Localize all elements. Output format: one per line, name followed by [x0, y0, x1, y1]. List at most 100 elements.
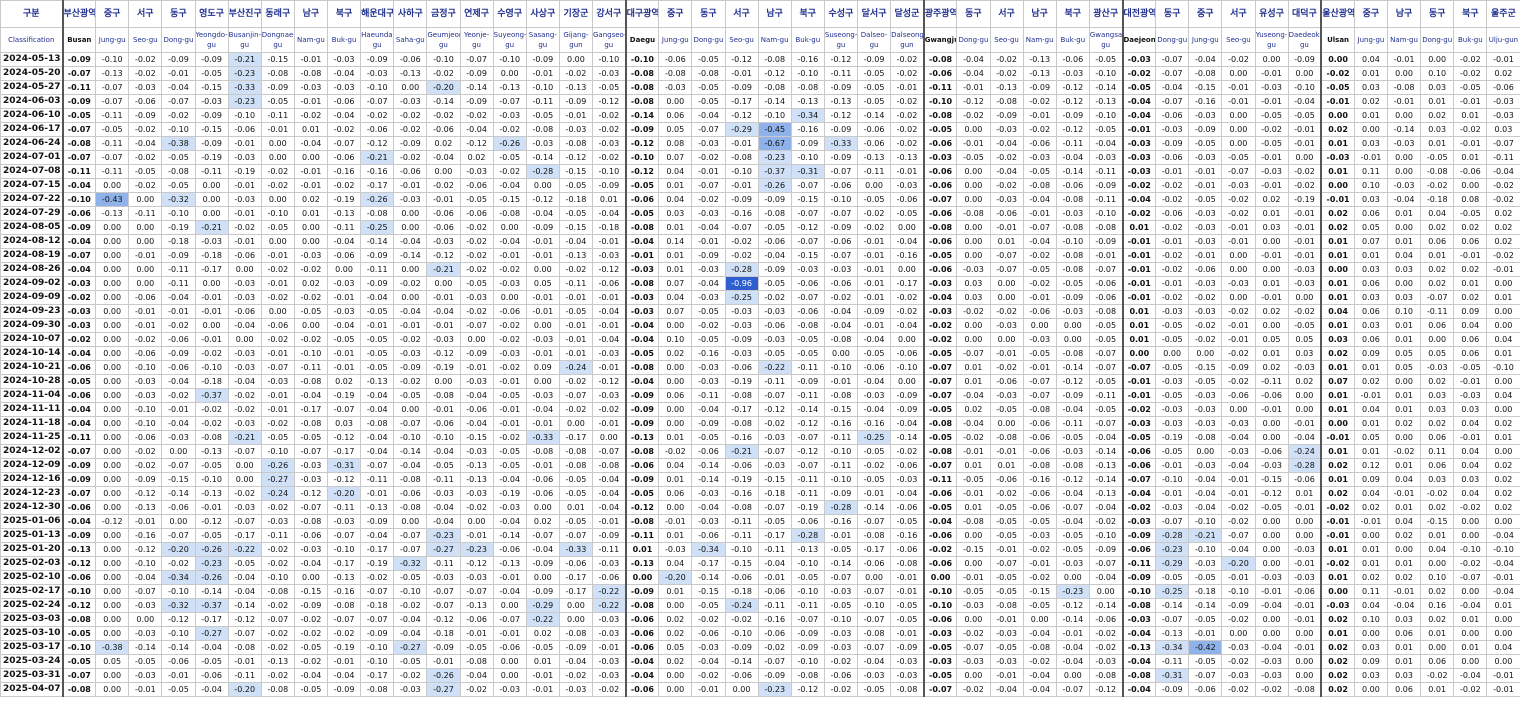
- table-cell: -0.16: [326, 584, 362, 599]
- table-cell: 0.00: [293, 234, 329, 249]
- column-header-en: Dong-gu: [1420, 27, 1455, 53]
- table-cell: 0.00: [989, 332, 1024, 347]
- table-cell: -0.11: [1055, 416, 1090, 431]
- table-cell: -0.02: [1486, 192, 1520, 207]
- table-cell: -0.02: [856, 206, 892, 221]
- row-date: 2024-12-30: [0, 500, 63, 515]
- table-cell: -0.02: [890, 136, 925, 151]
- table-cell: -0.09: [61, 94, 97, 109]
- table-cell: -0.01: [1221, 472, 1256, 487]
- table-row: 2024-11-04 -0.06 0.00 -0.03 -0.02 -0.37 -0.02-…: [0, 388, 1520, 403]
- table-cell: -0.11: [757, 374, 792, 389]
- table-cell: -0.05: [260, 94, 295, 109]
- table-cell: -0.01: [1287, 416, 1322, 431]
- table-cell: -0.31: [790, 164, 825, 179]
- table-cell: -0.10: [823, 360, 859, 375]
- table-cell: 0.01: [1386, 206, 1422, 221]
- table-cell: -0.09: [691, 248, 726, 263]
- table-cell: -0.09: [823, 150, 859, 165]
- table-cell: -0.10: [194, 472, 229, 487]
- table-cell: -0.04: [1386, 192, 1422, 207]
- table-cell: -0.11: [624, 528, 660, 543]
- table-cell: -0.12: [790, 416, 825, 431]
- table-cell: -0.01: [1055, 626, 1090, 641]
- table-cell: 0.00: [1386, 66, 1422, 81]
- table-cell: 0.01: [1287, 486, 1322, 501]
- table-cell: -0.13: [360, 374, 395, 389]
- table-cell: -0.01: [227, 136, 262, 151]
- table-cell: 0.03: [1453, 402, 1488, 417]
- table-cell: -0.14: [757, 94, 792, 109]
- table-cell: -0.04: [360, 388, 395, 403]
- table-cell: -0.01: [691, 164, 726, 179]
- table-cell: -0.01: [1221, 94, 1256, 109]
- table-cell: 0.04: [1386, 472, 1422, 487]
- table-cell: -0.06: [823, 234, 859, 249]
- table-cell: -0.06: [856, 136, 892, 151]
- table-cell: 0.00: [724, 682, 759, 697]
- table-cell: -0.14: [1055, 612, 1090, 627]
- table-cell: 0.01: [658, 178, 693, 193]
- table-cell: -0.01: [1254, 402, 1289, 417]
- table-cell: -0.02: [823, 682, 859, 697]
- table-cell: -0.05: [757, 276, 792, 291]
- table-cell: -0.07: [1453, 570, 1488, 585]
- column-header-en: Nam-gu: [757, 27, 792, 53]
- table-cell: -0.04: [624, 374, 660, 389]
- table-cell: 0.02: [1353, 570, 1389, 585]
- row-date: 2024-08-19: [0, 248, 63, 263]
- table-cell: -0.10: [922, 598, 958, 613]
- table-cell: -0.01: [989, 668, 1024, 683]
- table-cell: -0.02: [591, 682, 627, 697]
- table-cell: -0.15: [194, 80, 229, 95]
- table-cell: -0.07: [922, 360, 958, 375]
- table-cell: 0.02: [1353, 94, 1389, 109]
- table-cell: -0.06: [624, 612, 660, 627]
- table-cell: -0.02: [393, 598, 428, 613]
- table-cell: -0.24: [724, 598, 759, 613]
- table-cell: -0.03: [293, 248, 329, 263]
- table-cell: -0.09: [1055, 108, 1090, 123]
- table-cell: -0.12: [724, 52, 759, 67]
- table-cell: -0.02: [492, 262, 527, 277]
- table-cell: -0.34: [1155, 640, 1190, 655]
- table-cell: -0.07: [823, 570, 859, 585]
- table-cell: -0.01: [393, 178, 428, 193]
- table-cell: -0.09: [724, 332, 759, 347]
- table-cell: -0.10: [128, 416, 163, 431]
- table-cell: -0.09: [360, 626, 395, 641]
- table-cell: -0.02: [161, 388, 196, 403]
- table-cell: -0.09: [128, 108, 163, 123]
- table-cell: -0.09: [890, 402, 925, 417]
- table-cell: -0.01: [890, 626, 925, 641]
- table-cell: -0.02: [956, 682, 991, 697]
- table-cell: -0.01: [1155, 234, 1190, 249]
- table-cell: -0.13: [360, 500, 395, 515]
- table-cell: -0.02: [293, 612, 329, 627]
- table-cell: -0.10: [1088, 528, 1124, 543]
- table-cell: -0.31: [326, 458, 362, 473]
- table-cell: -0.02: [492, 332, 527, 347]
- table-cell: -0.05: [1088, 332, 1124, 347]
- table-cell: -0.01: [360, 318, 395, 333]
- table-cell: -0.06: [624, 626, 660, 641]
- table-cell: -0.06: [426, 206, 461, 221]
- table-cell: 0.01: [1121, 318, 1157, 333]
- table-cell: -0.08: [1055, 346, 1090, 361]
- table-cell: 0.00: [95, 318, 130, 333]
- table-cell: -0.03: [1320, 598, 1355, 613]
- table-cell: -0.02: [1320, 500, 1355, 515]
- table-cell: -0.08: [1121, 668, 1157, 683]
- table-cell: -0.06: [426, 220, 461, 235]
- column-header-ko: 동래구: [260, 0, 295, 28]
- table-cell: 0.00: [1254, 514, 1289, 529]
- column-header-en: Seo-gu: [989, 27, 1024, 53]
- table-cell: -0.18: [360, 598, 395, 613]
- table-row: 2024-07-15 -0.04 0.00 -0.02 -0.05 0.00 -0.01 -0…: [0, 178, 1520, 193]
- table-cell: 0.00: [1254, 612, 1289, 627]
- table-cell: -0.07: [525, 528, 560, 543]
- table-cell: -0.19: [360, 556, 395, 571]
- table-cell: -0.02: [1121, 402, 1157, 417]
- table-cell: -0.05: [890, 598, 925, 613]
- table-cell: -0.04: [426, 444, 461, 459]
